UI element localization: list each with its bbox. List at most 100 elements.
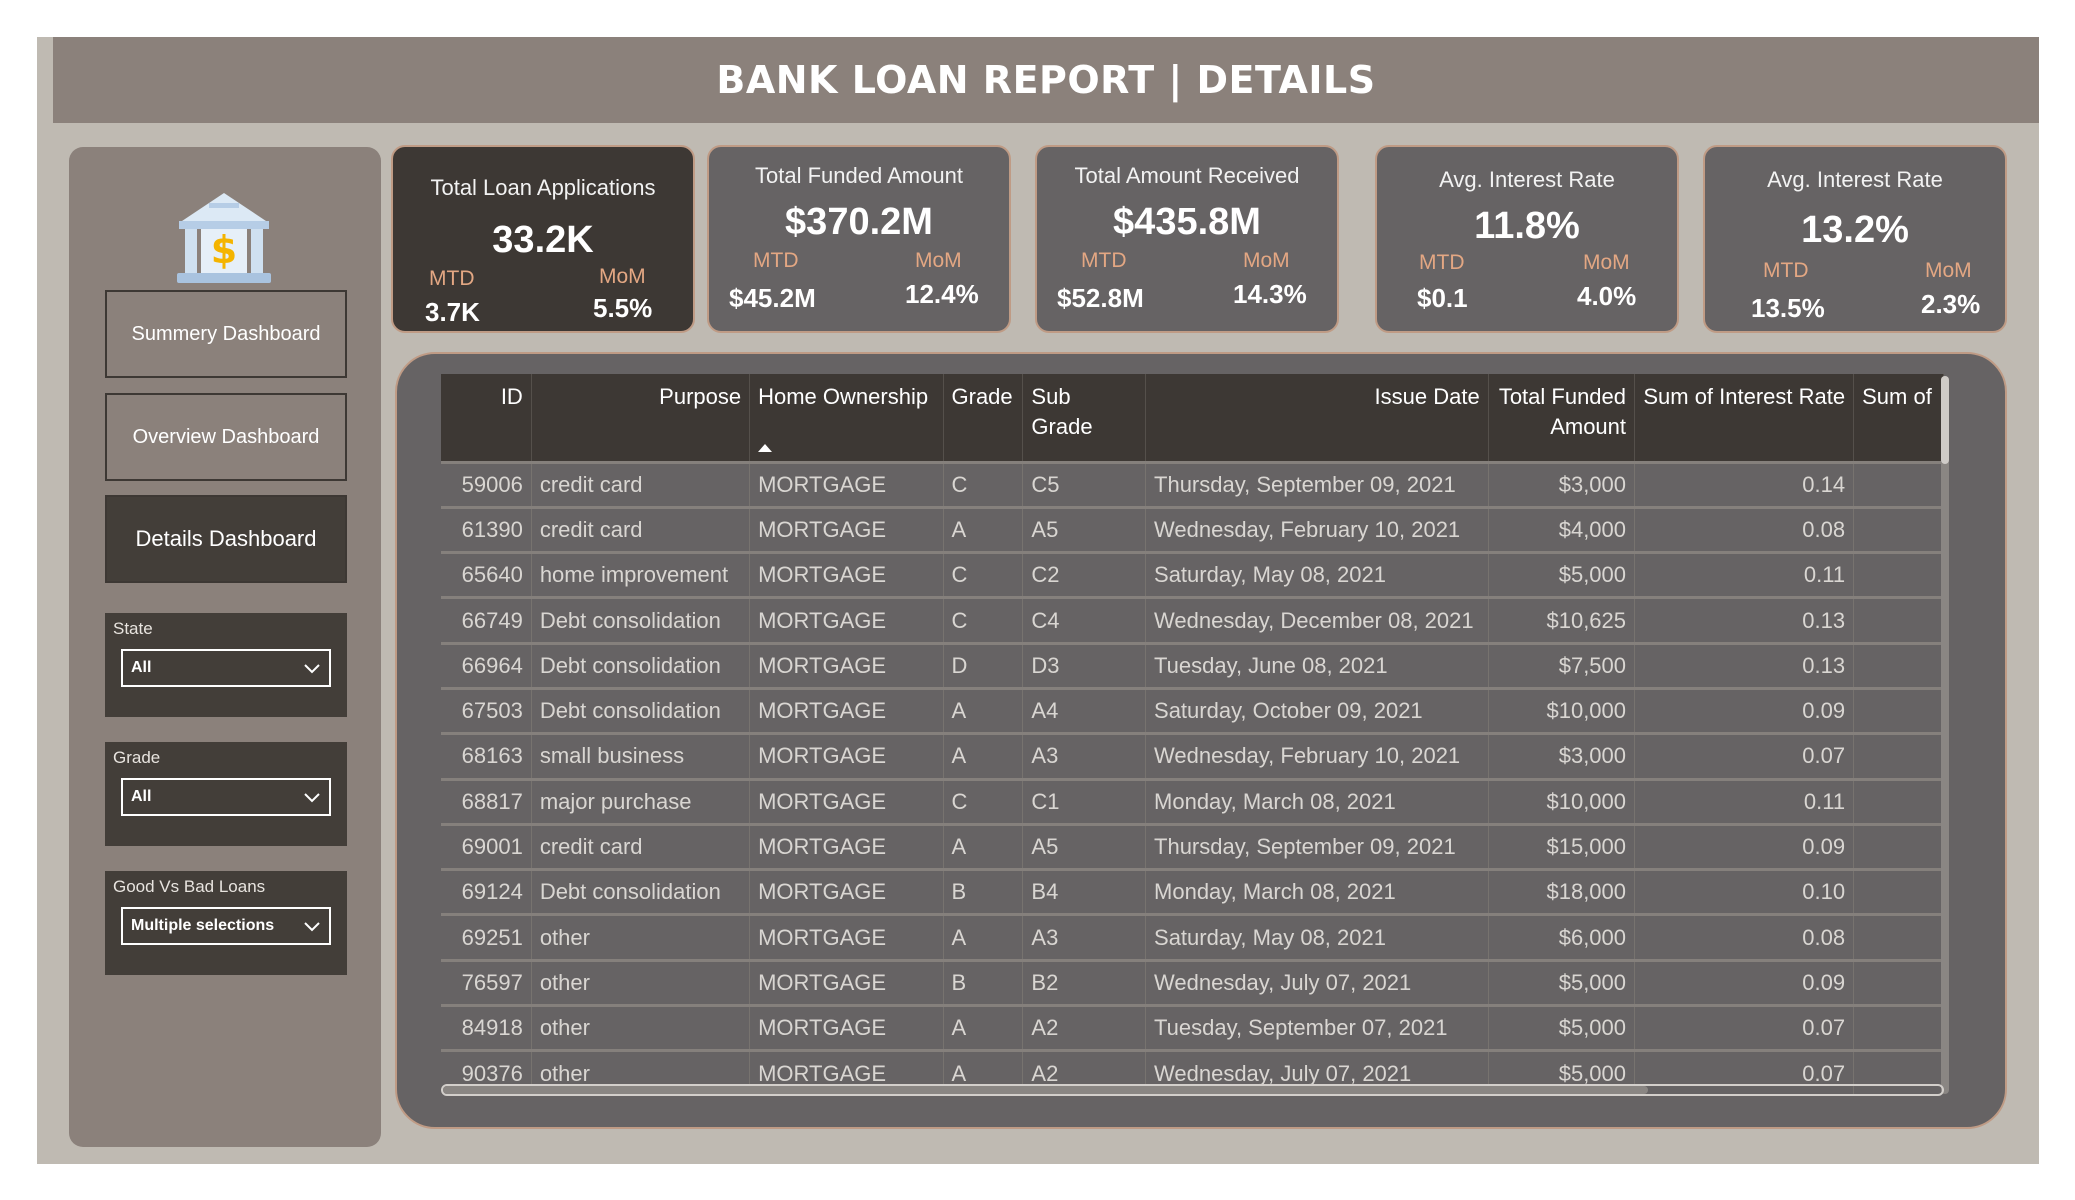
kpi-value: 13.2% (1801, 209, 1909, 251)
cell-sub-grade: C1 (1022, 777, 1147, 825)
cell-home-ownership: MORTGAGE (749, 460, 944, 508)
kpi-title: Total Amount Received (1074, 163, 1300, 188)
cell-grade: B (943, 868, 1024, 915)
col-header-issue-date[interactable]: Issue Date (1145, 374, 1489, 462)
cell-interest-rate: 0.09 (1634, 686, 1855, 734)
cell-interest-rate: 0.13 (1634, 596, 1855, 644)
kpi-mtd-label: MTD (1081, 249, 1127, 272)
col-header-sum-of[interactable]: Sum of (1853, 374, 1944, 462)
page-title: BANK LOAN REPORT | DETAILS (53, 37, 2039, 123)
table-row[interactable]: 66749 Debt consolidation MORTGAGE C C4 Wednes… (441, 596, 1944, 644)
state-dropdown-value: All (131, 659, 152, 676)
kpi-total-loan-applications: Total Loan Applications 33.2K MTD MoM 3.… (391, 145, 695, 333)
kpi-mom-value: 2.3% (1921, 289, 1981, 319)
table-row[interactable]: 68163 small business MORTGAGE A A3 Wednesday,… (441, 732, 1944, 780)
horizontal-scrollbar-thumb[interactable] (443, 1086, 1648, 1094)
vertical-scrollbar-thumb[interactable] (1941, 376, 1949, 464)
sort-ascending-icon (758, 444, 773, 452)
bank-dollar-icon: $ (177, 193, 271, 283)
cell-home-ownership: MORTGAGE (749, 505, 944, 553)
cell-total-funded-amount: $10,000 (1488, 777, 1636, 825)
cell-id: 68817 (441, 777, 532, 825)
grade-filter-label: Grade (113, 748, 161, 767)
table-row[interactable]: 59006 credit card MORTGAGE C C5 Thursday, Sep… (441, 460, 1944, 508)
table-row[interactable]: 68817 major purchase MORTGAGE C C1 Monday, Ma… (441, 777, 1944, 825)
cell-grade: B (943, 958, 1024, 1006)
grade-dropdown-value: All (131, 788, 152, 805)
sidebar: $ Summery Dashboard Overview Dashboard D… (69, 147, 381, 1147)
cell-grade: C (943, 777, 1024, 825)
cell-home-ownership: MORTGAGE (749, 958, 944, 1006)
cell-interest-rate: 0.10 (1634, 868, 1855, 915)
cell-purpose: small business (531, 732, 751, 780)
table-body: 59006 credit card MORTGAGE C C5 Thursday, Sep… (441, 460, 1944, 1094)
col-header-sub-grade[interactable]: Sub Grade (1022, 374, 1147, 462)
kpi-mtd-value: 3.7K (425, 297, 480, 327)
loan-quality-filter-label: Good Vs Bad Loans (113, 877, 266, 896)
table-row[interactable]: 65640 home improvement MORTGAGE C C2 Saturday… (441, 551, 1944, 598)
vertical-scrollbar[interactable] (1941, 376, 1949, 1094)
horizontal-scrollbar[interactable] (441, 1084, 1944, 1096)
kpi-title: Avg. Interest Rate (1767, 167, 1943, 192)
cell-id: 59006 (441, 460, 532, 508)
kpi-mtd-value: 13.5% (1751, 293, 1825, 323)
cell-issue-date: Monday, March 08, 2021 (1145, 868, 1489, 915)
chevron-down-icon (304, 664, 320, 674)
cell-grade: C (943, 551, 1024, 598)
kpi-mtd-value: $52.8M (1057, 283, 1144, 313)
cell-purpose: credit card (531, 460, 751, 508)
cell-total-funded-amount: $4,000 (1488, 505, 1636, 553)
cell-interest-rate: 0.07 (1634, 732, 1855, 780)
loan-details-table-viewport[interactable]: ID Purpose Home Ownership Grade Sub Grad… (441, 374, 1944, 1094)
cell-total-funded-amount: $5,000 (1488, 551, 1636, 598)
col-header-home-ownership[interactable]: Home Ownership (749, 374, 944, 462)
nav-overview-dashboard-button[interactable]: Overview Dashboard (105, 393, 347, 481)
cell-grade: A (943, 1004, 1024, 1051)
cell-issue-date: Thursday, September 09, 2021 (1145, 822, 1489, 870)
table-row[interactable]: 84918 other MORTGAGE A A2 Tuesday, September … (441, 1004, 1944, 1051)
cell-id: 69251 (441, 913, 532, 961)
kpi-mom-value: 5.5% (593, 293, 653, 323)
cell-issue-date: Thursday, September 09, 2021 (1145, 460, 1489, 508)
table-row[interactable]: 61390 credit card MORTGAGE A A5 Wednesday, Fe… (441, 505, 1944, 553)
state-dropdown[interactable]: All (121, 649, 331, 687)
cell-interest-rate: 0.08 (1634, 913, 1855, 961)
cell-home-ownership: MORTGAGE (749, 1004, 944, 1051)
cell-sum-of (1853, 822, 1944, 870)
loan-quality-filter: Good Vs Bad Loans Multiple selections (105, 871, 347, 975)
cell-interest-rate: 0.11 (1634, 551, 1855, 598)
kpi-mom-label: MoM (1925, 259, 1972, 282)
table-row[interactable]: 76597 other MORTGAGE B B2 Wednesday, July 07,… (441, 958, 1944, 1006)
cell-id: 61390 (441, 505, 532, 553)
table-row[interactable]: 69001 credit card MORTGAGE A A5 Thursday, Sep… (441, 822, 1944, 870)
cell-home-ownership: MORTGAGE (749, 777, 944, 825)
cell-sub-grade: B4 (1022, 868, 1147, 915)
col-header-total-funded-amount[interactable]: Total Funded Amount (1488, 374, 1636, 462)
col-header-grade[interactable]: Grade (943, 374, 1024, 462)
loan-quality-dropdown-value: Multiple selections (131, 917, 275, 934)
nav-summary-dashboard-button[interactable]: Summery Dashboard (105, 290, 347, 378)
cell-total-funded-amount: $5,000 (1488, 1004, 1636, 1051)
table-row[interactable]: 69124 Debt consolidation MORTGAGE B B4 Monday… (441, 868, 1944, 915)
cell-issue-date: Monday, March 08, 2021 (1145, 777, 1489, 825)
cell-issue-date: Tuesday, June 08, 2021 (1145, 641, 1489, 689)
table-row[interactable]: 66964 Debt consolidation MORTGAGE D D3 Tuesda… (441, 641, 1944, 689)
loan-quality-dropdown[interactable]: Multiple selections (121, 907, 331, 945)
cell-purpose: other (531, 958, 751, 1006)
cell-issue-date: Saturday, October 09, 2021 (1145, 686, 1489, 734)
table-row[interactable]: 67503 Debt consolidation MORTGAGE A A4 Saturd… (441, 686, 1944, 734)
kpi-value: $435.8M (1113, 201, 1261, 243)
col-header-id[interactable]: ID (441, 374, 532, 462)
table-row[interactable]: 69251 other MORTGAGE A A3 Saturday, May 08, 2… (441, 913, 1944, 961)
kpi-mtd-value: $45.2M (729, 283, 816, 313)
col-header-purpose[interactable]: Purpose (531, 374, 751, 462)
grade-dropdown[interactable]: All (121, 778, 331, 816)
col-header-interest-rate[interactable]: Sum of Interest Rate (1634, 374, 1855, 462)
nav-overview-label: Overview Dashboard (132, 425, 320, 448)
cell-id: 66749 (441, 596, 532, 644)
cell-grade: A (943, 822, 1024, 870)
chevron-down-icon (304, 793, 320, 803)
nav-details-dashboard-button[interactable]: Details Dashboard (105, 495, 347, 583)
cell-grade: D (943, 641, 1024, 689)
cell-sub-grade: A5 (1022, 505, 1147, 553)
